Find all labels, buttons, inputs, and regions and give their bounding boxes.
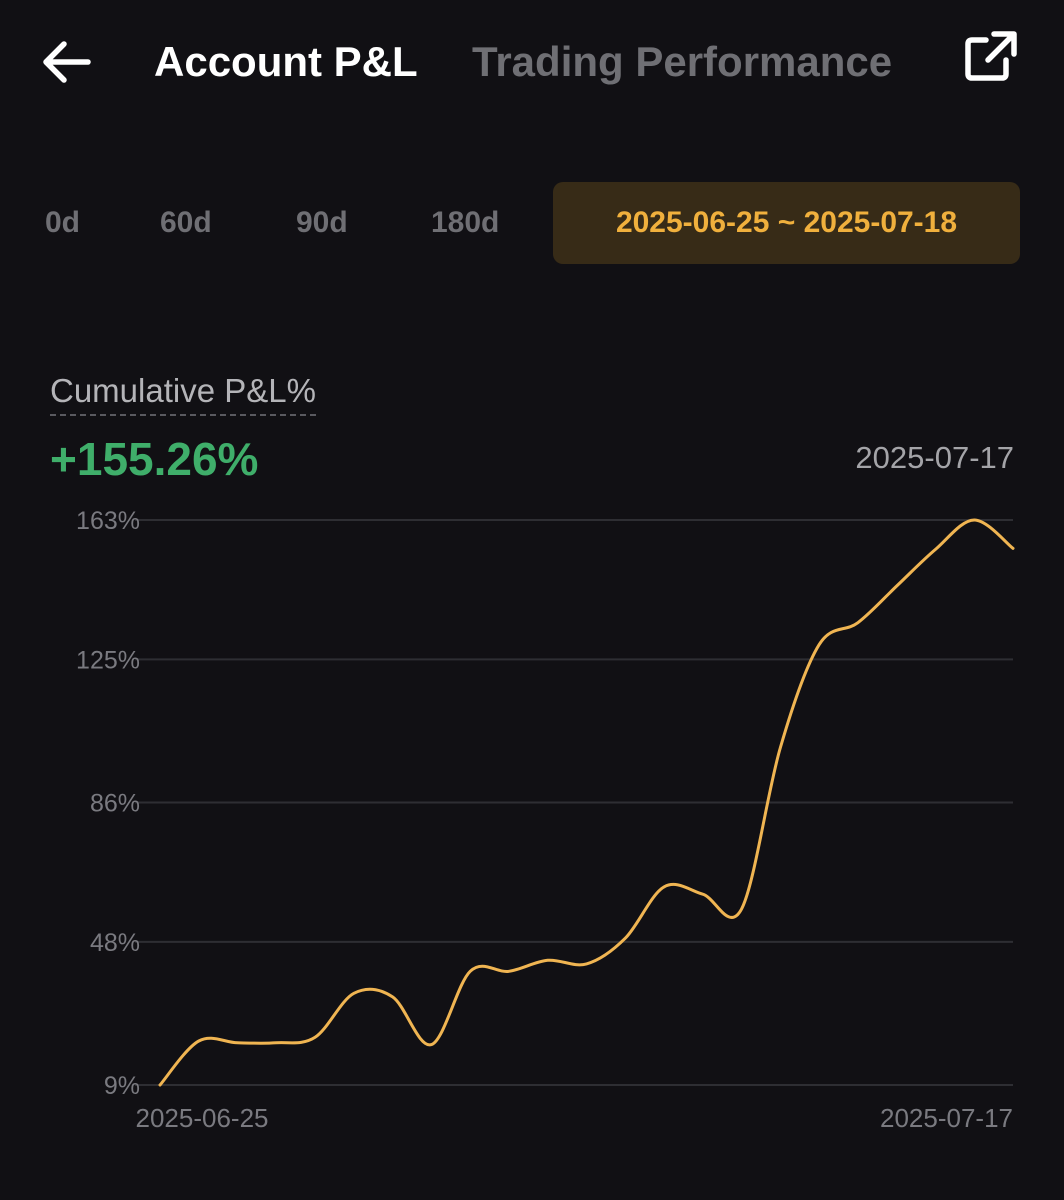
header: Account P&L Trading Performance (0, 0, 1064, 124)
x-tick-label: 2025-06-25 (136, 1103, 269, 1133)
tab-account-pnl[interactable]: Account P&L (154, 36, 418, 88)
back-button[interactable] (36, 36, 96, 88)
range-option-180d[interactable]: 180d (431, 182, 499, 264)
metric-date: 2025-07-17 (855, 440, 1014, 475)
tab-trading-performance[interactable]: Trading Performance (472, 36, 892, 88)
pnl-chart[interactable]: 163% 125% 86% 48% 9% 2025-06-25 2025-07-17 (0, 500, 1064, 1150)
y-tick-label: 48% (90, 929, 140, 957)
x-tick-label: 2025-07-17 (880, 1103, 1013, 1133)
arrow-left-icon (43, 41, 91, 83)
range-option-0d[interactable]: 0d (45, 182, 80, 264)
range-option-custom[interactable]: 2025-06-25 ~ 2025-07-18 (553, 182, 1020, 264)
time-range-selector: 0d 60d 90d 180d 2025-06-25 ~ 2025-07-18 (0, 182, 1064, 264)
metric-label[interactable]: Cumulative P&L% (50, 370, 316, 416)
y-tick-label: 163% (76, 507, 140, 535)
y-tick-label: 125% (76, 646, 140, 674)
range-option-60d[interactable]: 60d (160, 182, 212, 264)
external-link-icon (965, 31, 1017, 81)
share-button[interactable] (960, 28, 1020, 88)
range-option-90d[interactable]: 90d (296, 182, 348, 264)
metric-value: +155.26% (50, 433, 259, 485)
y-tick-label: 86% (90, 790, 140, 818)
y-tick-label: 9% (104, 1072, 140, 1100)
